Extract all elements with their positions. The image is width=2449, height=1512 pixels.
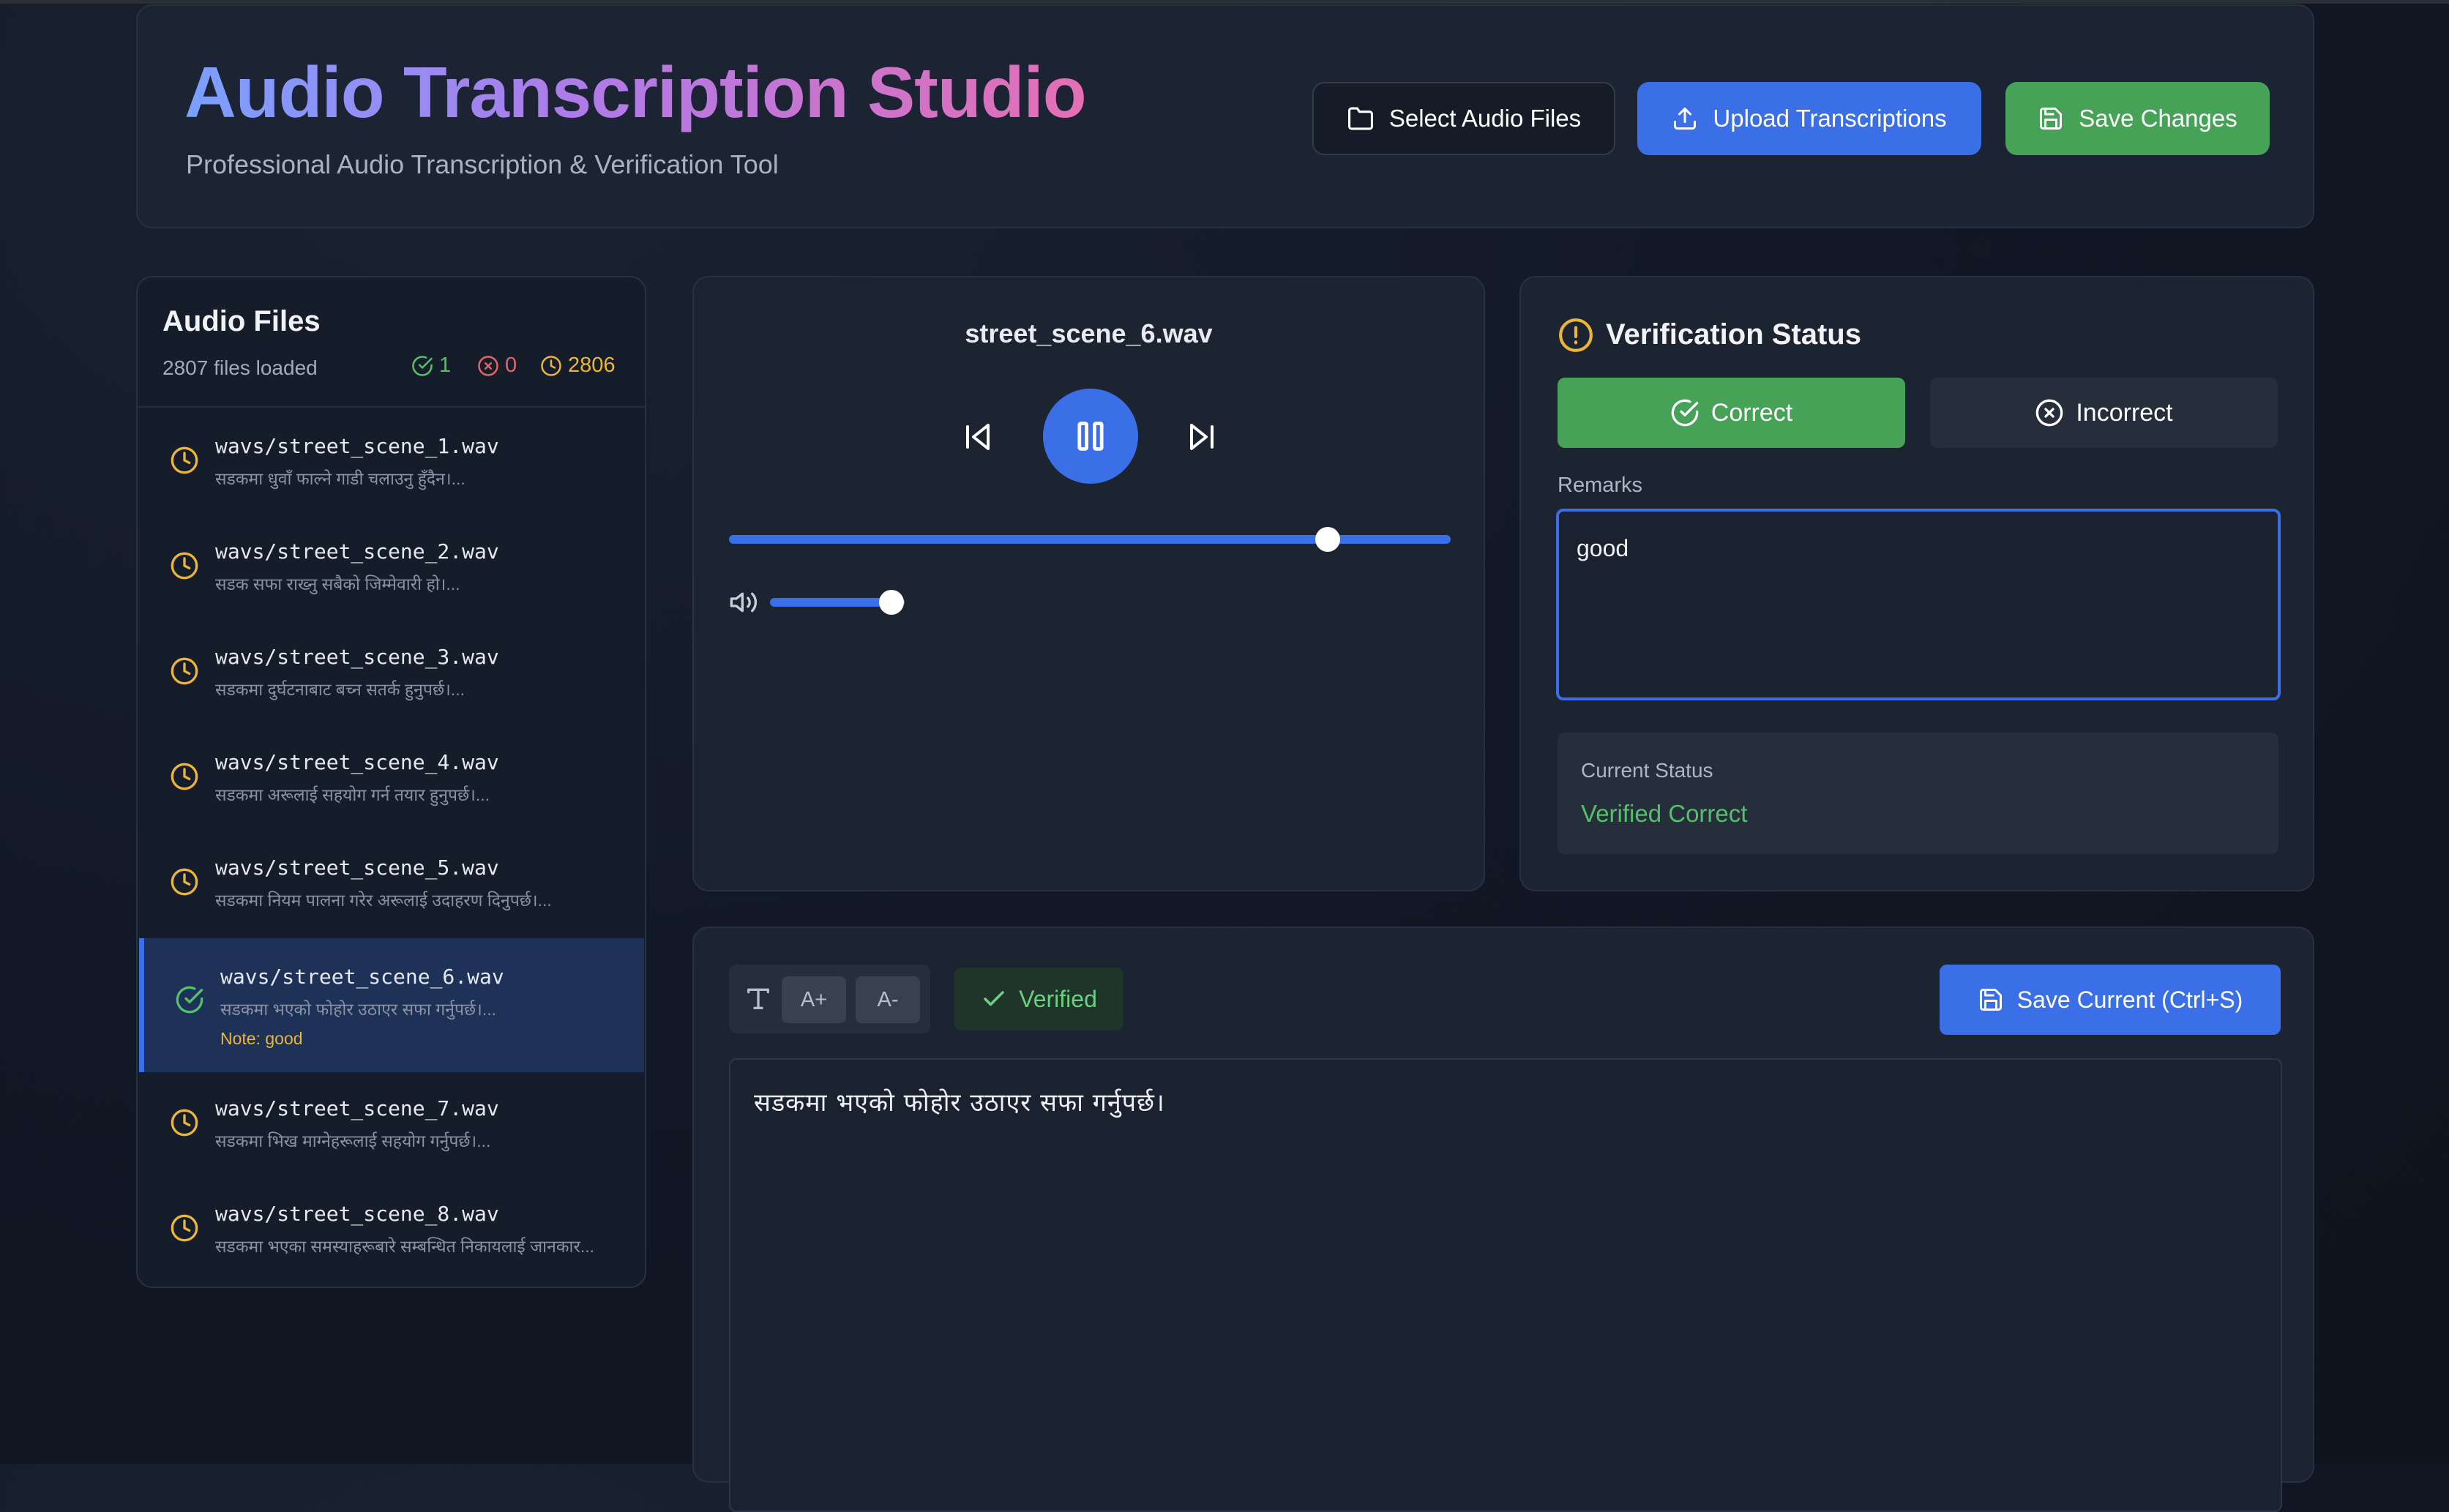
file-list-item[interactable]: wavs/street_scene_5.wav सडकमा नियम पालना … — [139, 829, 644, 935]
current-track-name: street_scene_6.wav — [965, 318, 1213, 348]
upload-transcriptions-label: Upload Transcriptions — [1713, 105, 1947, 132]
previous-track-button[interactable] — [960, 419, 995, 458]
current-status-value: Verified Correct — [1581, 800, 1748, 827]
check-circle-icon — [412, 355, 433, 376]
audio-player-panel: street_scene_6.wav — [692, 276, 1485, 891]
volume-icon[interactable] — [729, 588, 758, 621]
clock-icon — [170, 1108, 199, 1141]
type-icon — [744, 982, 773, 1018]
incorrect-count-badge: 0 — [477, 353, 517, 378]
file-name: wavs/street_scene_2.wav — [215, 539, 499, 564]
file-preview: सडक सफा राख्नु सबैको जिम्मेवारी हो।... — [215, 575, 460, 594]
pending-count-badge: 2806 — [540, 353, 616, 378]
file-list-item[interactable]: wavs/street_scene_4.wav सडकमा अरूलाई सहयो… — [139, 724, 644, 829]
alert-circle-icon — [1558, 317, 1594, 357]
decrease-font-button[interactable]: A- — [856, 976, 920, 1023]
file-preview: सडकमा दुर्घटनाबाट बच्न सतर्क हुनुपर्छ।..… — [215, 680, 465, 699]
verification-status-title: Verification Status — [1606, 318, 1861, 351]
correct-label: Correct — [1710, 398, 1793, 427]
font-size-toolbar: A+ A- — [729, 965, 930, 1033]
pause-button[interactable] — [1043, 389, 1138, 484]
volume-handle[interactable] — [878, 590, 904, 615]
file-list-item[interactable]: wavs/street_scene_6.wav सडकमा भएको फोहोर … — [139, 938, 644, 1072]
audio-files-title: Audio Files — [162, 305, 321, 337]
incorrect-label: Incorrect — [2076, 398, 2173, 427]
file-name: wavs/street_scene_1.wav — [215, 434, 499, 458]
transcription-editor-panel: A+ A- Verified Save Current (Ctrl+S) सडक… — [692, 927, 2314, 1512]
pause-icon — [1077, 422, 1104, 451]
clock-icon — [170, 867, 199, 900]
select-audio-files-button[interactable]: Select Audio Files — [1312, 82, 1615, 155]
current-status-box: Current Status Verified Correct — [1558, 733, 2278, 854]
save-changes-label: Save Changes — [2079, 105, 2237, 132]
correct-count: 1 — [439, 353, 452, 377]
transcription-text: सडकमा भएको फोहोर उठाएर सफा गर्नुपर्छ। — [754, 1088, 1165, 1118]
save-icon — [2038, 105, 2064, 132]
x-circle-icon — [2036, 399, 2063, 427]
app-title: Audio Transcription Studio — [184, 52, 1087, 132]
save-changes-button[interactable]: Save Changes — [2005, 82, 2270, 155]
file-name: wavs/street_scene_6.wav — [220, 965, 504, 989]
clock-icon — [170, 551, 199, 584]
file-preview: सडकमा नियम पालना गरेर अरूलाई उदाहरण दिनु… — [215, 891, 552, 910]
clock-icon — [170, 1213, 199, 1246]
progress-bar[interactable] — [729, 535, 1451, 544]
verified-badge: Verified — [954, 968, 1123, 1030]
file-name: wavs/street_scene_4.wav — [215, 750, 499, 774]
remarks-textarea[interactable] — [1556, 509, 2281, 700]
correct-count-badge: 1 — [411, 353, 451, 378]
clock-icon — [541, 355, 561, 376]
file-name: wavs/street_scene_3.wav — [215, 645, 499, 669]
file-list-item[interactable]: wavs/street_scene_7.wav सडकमा भिख माग्नेह… — [139, 1070, 644, 1175]
file-preview: सडकमा भिख माग्नेहरूलाई सहयोग गर्नुपर्छ।.… — [215, 1131, 491, 1150]
folder-icon — [1347, 106, 1375, 131]
file-list-item[interactable]: wavs/street_scene_1.wav सडकमा धुवाँ फाल्न… — [139, 408, 644, 513]
file-note: Note: good — [220, 1029, 303, 1048]
mark-correct-button[interactable]: Correct — [1558, 378, 1905, 448]
save-current-button[interactable]: Save Current (Ctrl+S) — [1940, 965, 2281, 1035]
upload-transcriptions-button[interactable]: Upload Transcriptions — [1637, 82, 1981, 155]
select-audio-files-label: Select Audio Files — [1388, 105, 1582, 132]
skip-back-icon — [966, 424, 990, 450]
progress-handle[interactable] — [1315, 527, 1341, 552]
clock-icon — [170, 446, 199, 479]
x-circle-icon — [478, 355, 498, 376]
remarks-label: Remarks — [1558, 474, 1643, 497]
file-name: wavs/street_scene_8.wav — [215, 1202, 499, 1226]
file-list-item[interactable]: wavs/street_scene_2.wav सडक सफा राख्नु सब… — [139, 513, 644, 618]
current-status-label: Current Status — [1581, 759, 1713, 782]
skip-forward-icon — [1190, 424, 1214, 450]
clock-icon — [170, 762, 199, 795]
increase-font-button[interactable]: A+ — [782, 976, 846, 1023]
check-circle-icon — [1671, 399, 1699, 427]
check-circle-icon — [175, 985, 204, 1018]
file-preview: सडकमा भएका समस्याहरूबारे सम्बन्धित निकाय… — [215, 1237, 595, 1256]
save-icon — [1979, 989, 2002, 1011]
file-name: wavs/street_scene_5.wav — [215, 856, 499, 880]
file-preview: सडकमा अरूलाई सहयोग गर्न तयार हुनुपर्छ।..… — [215, 785, 490, 804]
app-header: Audio Transcription Studio Professional … — [136, 4, 2314, 228]
clock-icon — [170, 656, 199, 689]
save-current-label: Save Current (Ctrl+S) — [2016, 986, 2243, 1013]
verification-panel: Verification Status Correct Incorrect Re… — [1519, 276, 2314, 891]
incorrect-count: 0 — [505, 353, 517, 377]
files-loaded-count: 2807 files loaded — [162, 356, 318, 379]
transcription-text-area[interactable]: सडकमा भएको फोहोर उठाएर सफा गर्नुपर्छ। — [729, 1058, 2282, 1512]
window-top-edge — [0, 0, 2449, 4]
verified-label: Verified — [1019, 985, 1097, 1012]
next-track-button[interactable] — [1184, 419, 1219, 458]
file-preview: सडकमा धुवाँ फाल्ने गाडी चलाउनु हुँदैन।..… — [215, 469, 466, 488]
file-preview: सडकमा भएको फोहोर उठाएर सफा गर्नुपर्छ।... — [220, 1000, 497, 1019]
file-list-item[interactable]: wavs/street_scene_8.wav सडकमा भएका समस्या… — [139, 1175, 644, 1281]
file-name: wavs/street_scene_7.wav — [215, 1096, 499, 1120]
check-icon — [984, 991, 1004, 1006]
file-list-item[interactable]: wavs/street_scene_3.wav सडकमा दुर्घटनाबाट… — [139, 618, 644, 724]
pending-count: 2806 — [568, 353, 616, 377]
app-subtitle: Professional Audio Transcription & Verif… — [186, 149, 779, 179]
audio-files-panel: Audio Files 2807 files loaded 1 0 2806 w… — [136, 276, 646, 1288]
upload-icon — [1672, 105, 1698, 132]
mark-incorrect-button[interactable]: Incorrect — [1930, 378, 2278, 448]
